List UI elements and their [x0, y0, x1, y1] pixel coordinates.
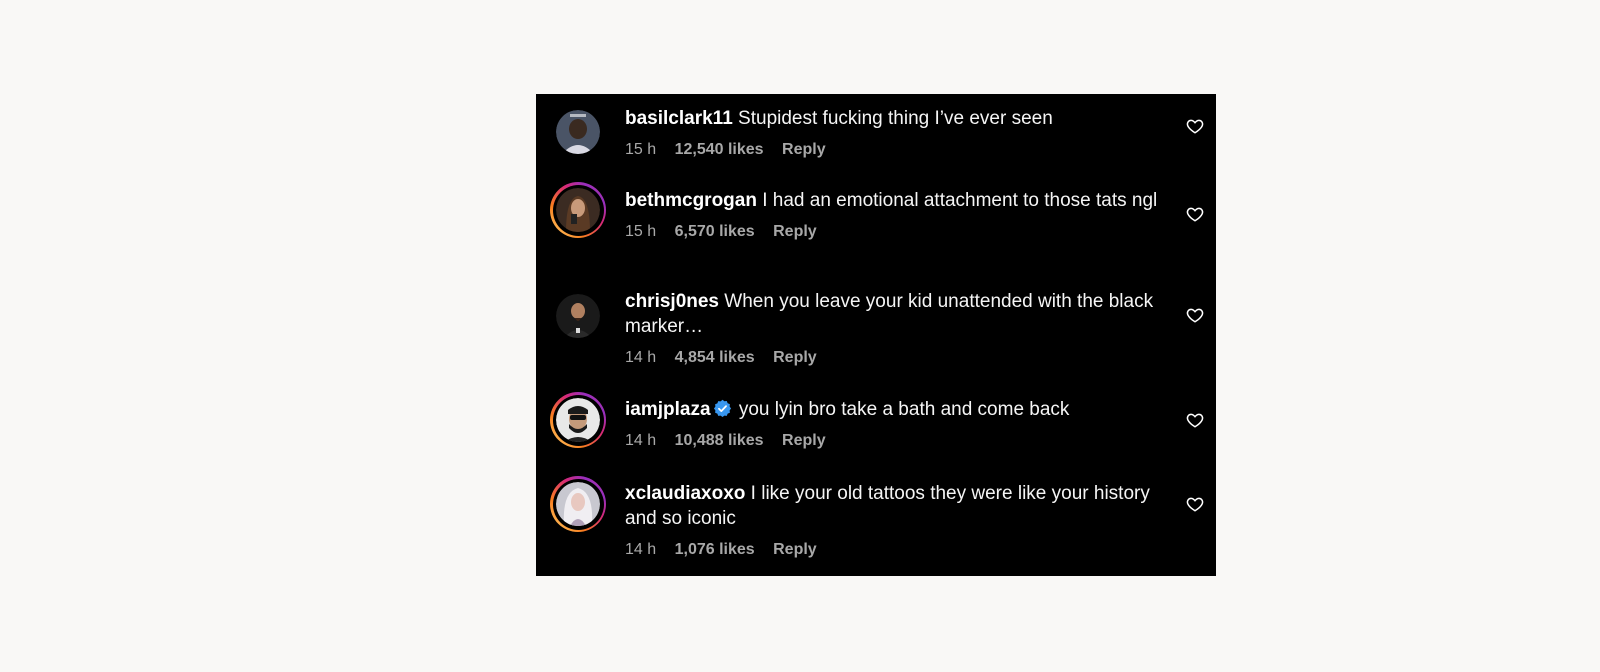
avatar[interactable]: [550, 182, 606, 238]
comment-meta: 14 h 1,076 likes Reply: [625, 540, 1165, 560]
comment-text: iamjplaza you lyin bro take a bath and c…: [625, 397, 1165, 422]
heart-outline-icon[interactable]: [1186, 205, 1204, 223]
username[interactable]: iamjplaza: [625, 399, 711, 420]
comments-panel: basilclark11 Stupidest fucking thing I’v…: [536, 94, 1216, 576]
comment-text: chrisj0nes When you leave your kid unatt…: [625, 289, 1165, 339]
comment-text: bethmcgrogan I had an emotional attachme…: [625, 188, 1165, 213]
reply-button[interactable]: Reply: [782, 432, 826, 449]
reply-button[interactable]: Reply: [782, 141, 826, 158]
likes-count[interactable]: 10,488 likes: [675, 432, 764, 449]
username[interactable]: xclaudiaxoxo: [625, 483, 745, 504]
timestamp: 14 h: [625, 432, 657, 449]
comment-text: xclaudiaxoxo I like your old tattoos the…: [625, 481, 1165, 531]
username[interactable]: bethmcgrogan: [625, 190, 757, 211]
reply-button[interactable]: Reply: [773, 541, 817, 558]
heart-outline-icon[interactable]: [1186, 306, 1204, 324]
comment-meta: 15 h 6,570 likes Reply: [625, 222, 1165, 242]
heart-outline-icon[interactable]: [1186, 411, 1204, 429]
likes-count[interactable]: 4,854 likes: [675, 349, 755, 366]
comment-meta: 14 h 10,488 likes Reply: [625, 431, 1165, 451]
reply-button[interactable]: Reply: [773, 223, 817, 240]
likes-count[interactable]: 6,570 likes: [675, 223, 755, 240]
comment-body: I had an emotional attachment to those t…: [762, 190, 1158, 211]
comment-text: basilclark11 Stupidest fucking thing I’v…: [625, 106, 1165, 131]
likes-count[interactable]: 12,540 likes: [675, 141, 764, 158]
avatar[interactable]: [550, 104, 606, 160]
timestamp: 15 h: [625, 141, 657, 158]
timestamp: 15 h: [625, 223, 657, 240]
heart-outline-icon[interactable]: [1186, 117, 1204, 135]
avatar[interactable]: [550, 288, 606, 344]
username[interactable]: basilclark11: [625, 108, 733, 129]
comment-meta: 15 h 12,540 likes Reply: [625, 140, 1165, 160]
comment-body: you lyin bro take a bath and come back: [738, 399, 1070, 420]
timestamp: 14 h: [625, 349, 657, 366]
comment-meta: 14 h 4,854 likes Reply: [625, 348, 1165, 368]
likes-count[interactable]: 1,076 likes: [675, 541, 755, 558]
avatar[interactable]: [550, 476, 606, 532]
avatar[interactable]: [550, 392, 606, 448]
verified-badge-icon: [713, 399, 731, 418]
timestamp: 14 h: [625, 541, 657, 558]
comment-body: Stupidest fucking thing I’ve ever seen: [738, 108, 1053, 129]
username[interactable]: chrisj0nes: [625, 291, 719, 312]
reply-button[interactable]: Reply: [773, 349, 817, 366]
heart-outline-icon[interactable]: [1186, 495, 1204, 513]
